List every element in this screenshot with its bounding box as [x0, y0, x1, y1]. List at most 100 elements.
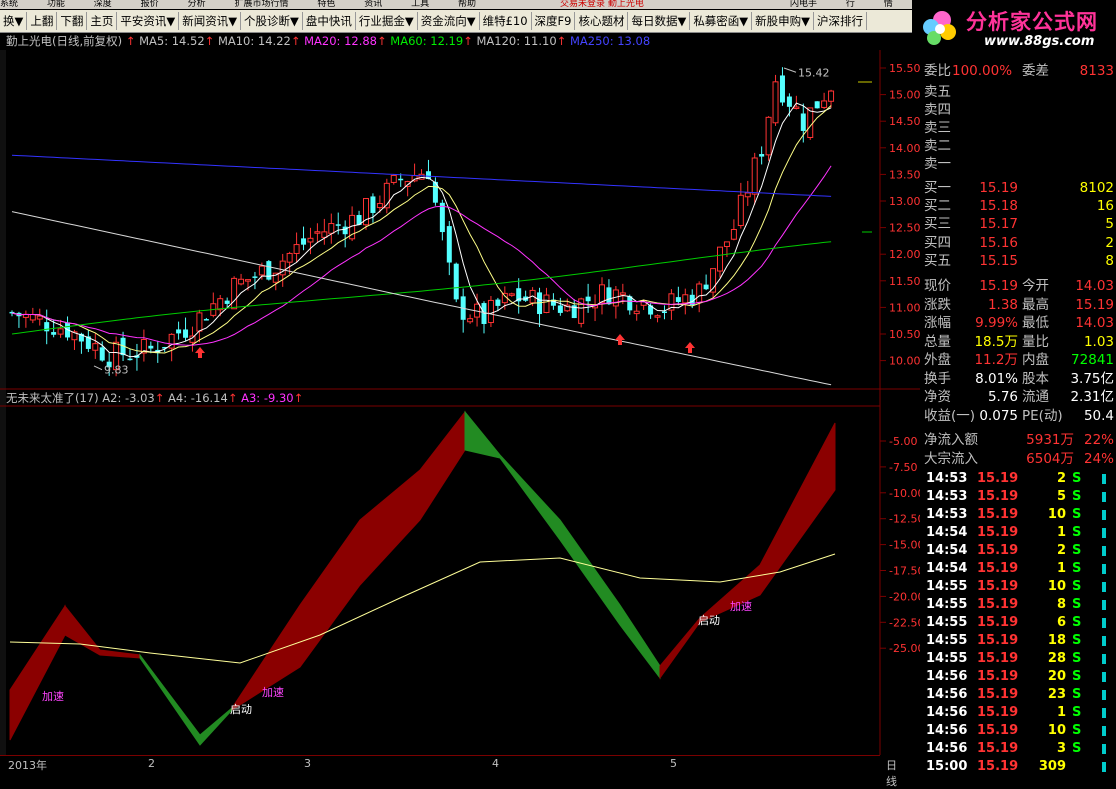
tick-time: 14:53 — [926, 507, 968, 522]
menu-item[interactable]: 帮助 — [458, 0, 476, 9]
tick-volume: 10 — [1047, 723, 1066, 738]
indicator-tick-label: -10.00 — [889, 487, 920, 500]
toolbar-news[interactable]: 新闻资讯▼ — [179, 12, 242, 30]
toolbar-industry[interactable]: 行业掘金▼ — [356, 12, 418, 30]
accel-label: 加速 — [730, 600, 752, 613]
tick-time: 14:56 — [926, 723, 968, 738]
candle-up — [36, 315, 43, 320]
falling-band — [464, 410, 661, 680]
stat-label: 外盘 — [924, 352, 951, 368]
menu-item[interactable]: 特色 — [317, 0, 335, 9]
a3-label: A3: -9.30 — [241, 391, 294, 405]
menu-item[interactable]: 报价 — [141, 0, 159, 9]
menu-item[interactable]: 深度 — [94, 0, 112, 9]
candle-up — [328, 223, 335, 234]
date-label: 3 — [304, 757, 311, 770]
stat-row: 外盘 11.2万 内盘 72841 — [922, 351, 1116, 369]
candle-up — [828, 90, 835, 102]
up-arrow-icon: ↑ — [290, 34, 305, 48]
quote-button-2[interactable]: 情 — [884, 0, 893, 9]
up-arrow-icon: ↑ — [154, 391, 169, 405]
tick-row: 14:55 15.19 6 S — [922, 614, 1116, 632]
toolbar-f9[interactable]: 深度F9 — [532, 12, 576, 30]
candle-down — [51, 332, 57, 335]
tick-price: 15.19 — [977, 525, 1019, 540]
candle-down — [176, 329, 182, 334]
toolbar-ipo[interactable]: 新股申购▼ — [752, 12, 814, 30]
date-label: 2 — [148, 757, 155, 770]
tick-time: 14:56 — [926, 705, 968, 720]
toolbar-core-topic[interactable]: 核心题材 — [575, 12, 629, 30]
flash-trade-button[interactable]: 闪电手 — [790, 0, 817, 9]
tick-row: 14:54 15.19 1 S — [922, 560, 1116, 578]
low-pointer — [93, 365, 103, 371]
quote-button[interactable]: 行 — [846, 0, 855, 9]
menu-item[interactable]: 功能 — [47, 0, 65, 9]
up-arrow-icon: ↑ — [227, 391, 242, 405]
toolbar-home[interactable]: 主页 — [87, 12, 118, 30]
tick-volume: 3 — [1056, 741, 1066, 756]
buy-label: 买二 — [924, 198, 951, 215]
weibi-value: 100.00% — [952, 63, 1013, 79]
start-label: 启动 — [698, 614, 720, 627]
menu-item[interactable]: 扩展市场行情 — [234, 0, 288, 9]
candle-down — [557, 305, 563, 313]
netflow-pct: 22% — [1083, 432, 1114, 448]
menu-item[interactable]: 系统 — [0, 0, 18, 9]
price-tick-label: 11.00 — [889, 301, 920, 314]
toolbar-page-down[interactable]: 下翻 — [57, 12, 88, 30]
buy-signal-arrow-icon — [195, 347, 205, 358]
tick-time: 14:53 — [926, 471, 968, 486]
rising-band — [659, 422, 836, 680]
candle-up — [508, 293, 515, 296]
candle-down — [148, 345, 154, 349]
menu-item[interactable]: 分析 — [188, 0, 206, 9]
stat-row: 净资 5.76 流通 2.31亿 — [922, 388, 1116, 406]
toolbar-page-up[interactable]: 上翻 — [27, 12, 58, 30]
tick-row: 14:53 15.19 10 S — [922, 506, 1116, 524]
stat-value: 1.38 — [987, 296, 1018, 313]
toolbar-private-fund[interactable]: 私募密函▼ — [690, 12, 753, 30]
tick-side: S — [1072, 705, 1082, 720]
indicator-legend: 无未来太准了(17) A2: -3.03↑ A4: -16.14↑ A3: -9… — [0, 390, 880, 406]
period-label[interactable]: 日线 — [886, 757, 897, 789]
toolbar-fund-flow[interactable]: 资金流向▼ — [418, 12, 480, 30]
weibi-row: 委比 100.00% 委差 8133 — [922, 62, 1116, 80]
candle-down — [453, 263, 459, 300]
up-arrow-icon: ↑ — [377, 34, 391, 48]
toolbar-switch[interactable]: 换▼ — [0, 12, 28, 30]
stat-row: 现价 15.19 今开 14.03 — [922, 277, 1116, 295]
candle-up — [487, 299, 494, 324]
toolbar-flash-news[interactable]: 盘中快讯 — [303, 12, 356, 30]
tick-row: 14:55 15.19 8 S — [922, 596, 1116, 614]
stat-label: 换手 — [924, 370, 951, 387]
buy-price: 15.15 — [979, 252, 1018, 269]
site-logo: 分析家公式网 www.88gs.com — [912, 0, 1116, 56]
tick-time: 14:56 — [926, 741, 968, 756]
date-axis: 2013年 2 3 4 5 日线 — [0, 755, 897, 788]
toolbar-diagnosis[interactable]: 个股诊断▼ — [241, 12, 303, 30]
indicator-tick-label: -22.50 — [889, 616, 920, 629]
price-tick-label: 13.00 — [889, 195, 920, 208]
toolbar-pingan-info[interactable]: 平安资讯▼ — [117, 12, 180, 30]
high-annotation: 15.42 — [798, 66, 830, 79]
sell-label: 卖二 — [924, 138, 951, 154]
stat-label: 最低 — [1022, 315, 1049, 331]
menu-item[interactable]: 资讯 — [364, 0, 382, 9]
toolbar-ranking[interactable]: 沪深排行 — [814, 12, 867, 30]
menu-item[interactable]: 工具 — [411, 0, 429, 9]
toolbar-daily-data[interactable]: 每日数据▼ — [628, 12, 691, 30]
tick-volume: 20 — [1047, 669, 1066, 684]
tick-price: 15.19 — [977, 669, 1019, 684]
stat-row: 换手 8.01% 股本 3.75亿 — [922, 370, 1116, 388]
indicator-tick-label: -25.00 — [889, 642, 920, 655]
up-arrow-icon: ↑ — [556, 34, 570, 48]
toolbar-f10[interactable]: 维特£10 — [480, 12, 532, 30]
tick-marker — [1102, 510, 1106, 520]
candle-up — [619, 292, 626, 296]
indicator-tick-label: -7.50 — [889, 461, 917, 474]
tick-marker — [1102, 762, 1106, 772]
stat-row: 收益(一) 0.075 PE(动) 50.4 — [922, 407, 1116, 425]
tick-marker — [1102, 690, 1106, 700]
weicha-label: 委差 — [1022, 63, 1049, 79]
